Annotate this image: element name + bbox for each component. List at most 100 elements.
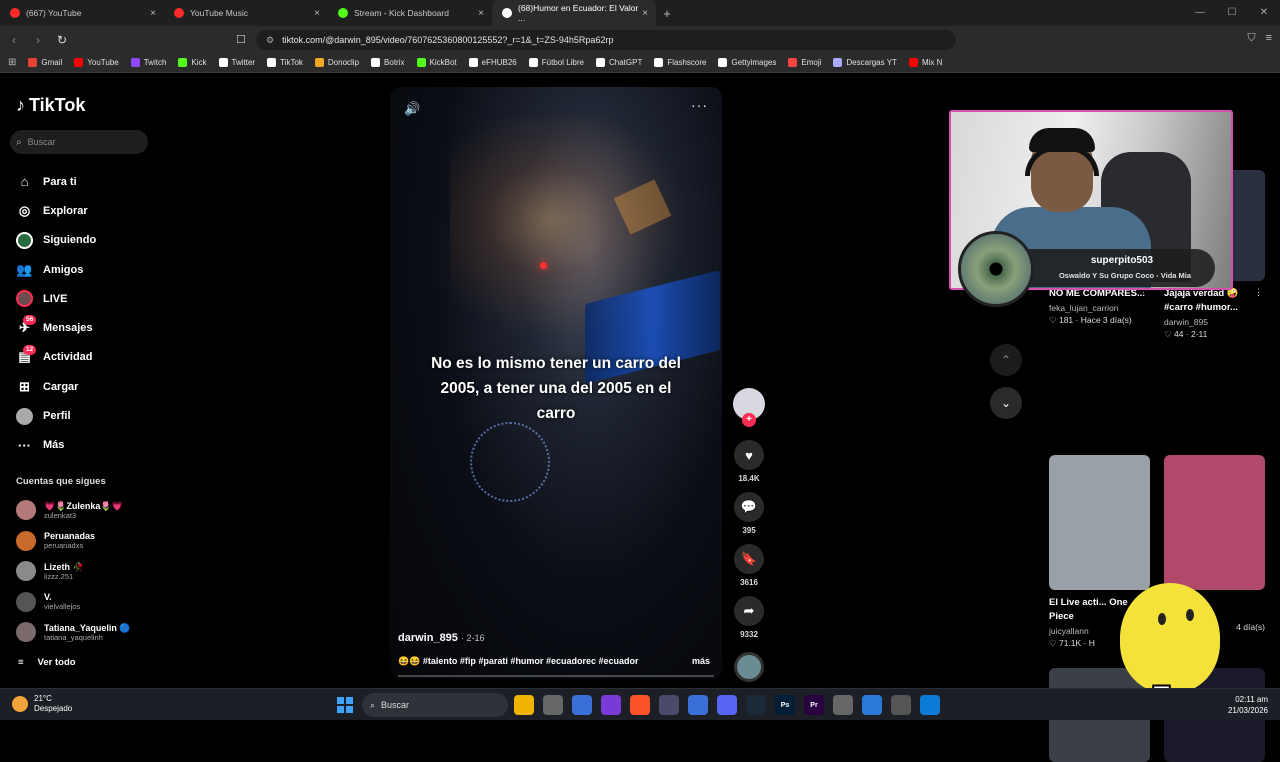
video-thumbnail[interactable] bbox=[1049, 455, 1150, 590]
taskbar-app-icon[interactable] bbox=[920, 695, 940, 715]
taskbar-app-icon[interactable] bbox=[659, 695, 679, 715]
tiktok-logo[interactable]: ♪ TikTok bbox=[16, 95, 85, 116]
previous-video-button[interactable]: ⌃ bbox=[990, 344, 1022, 376]
minimize-icon[interactable]: — bbox=[1184, 0, 1216, 26]
bookmark-item[interactable]: Flashscore bbox=[648, 58, 712, 67]
menu-icon[interactable]: ≡ bbox=[1266, 32, 1272, 45]
sidebar-item-amigos[interactable]: 👥 Amigos bbox=[16, 255, 156, 284]
bookmark-item[interactable]: Twitter bbox=[213, 58, 262, 67]
share-action[interactable]: ➦ 9332 bbox=[734, 596, 764, 639]
bookmark-item[interactable]: Gmail bbox=[22, 58, 68, 67]
bookmark-item[interactable]: Mix N bbox=[903, 58, 948, 67]
video-author[interactable]: darwin_895 · 2-16 bbox=[398, 632, 485, 644]
sidebar-item-siguiendo[interactable]: Siguiendo bbox=[16, 226, 156, 255]
taskbar-app-icon[interactable] bbox=[891, 695, 911, 715]
following-account[interactable]: V. vielvallejos bbox=[16, 587, 156, 618]
search-box[interactable]: ⌕ bbox=[10, 130, 148, 154]
url-text[interactable]: tiktok.com/@darwin_895/video/76076253608… bbox=[282, 35, 613, 45]
apps-grid-icon[interactable]: ⊞ bbox=[8, 57, 16, 68]
video-card-author[interactable]: darwin_895 bbox=[1164, 317, 1265, 327]
taskbar-app-icon[interactable] bbox=[601, 695, 621, 715]
next-video-button[interactable]: ⌄ bbox=[990, 387, 1022, 419]
creator-avatar[interactable]: + bbox=[733, 388, 765, 427]
bookmark-item[interactable]: eFHUB26 bbox=[463, 58, 523, 67]
taskbar-app-icon[interactable]: Ps bbox=[775, 695, 795, 715]
tab-close-icon[interactable]: × bbox=[150, 8, 156, 19]
system-clock[interactable]: 02:11 am 21/03/2026 bbox=[1228, 694, 1268, 716]
sidebar-item-mensajes[interactable]: ✈ 56 Mensajes bbox=[16, 313, 156, 342]
sidebar-item-perfil[interactable]: Perfil bbox=[16, 401, 156, 430]
back-icon[interactable]: ‹ bbox=[4, 33, 24, 47]
heart-icon[interactable]: ♥ bbox=[734, 440, 764, 470]
sidebar-item-cargar[interactable]: ⊞ Cargar bbox=[16, 372, 156, 401]
video-thumbnail[interactable] bbox=[1164, 455, 1265, 590]
bookmark-item[interactable]: Emoji bbox=[782, 58, 827, 67]
tab-close-icon[interactable]: × bbox=[478, 8, 484, 19]
taskbar-app-icon[interactable] bbox=[543, 695, 563, 715]
bookmark-item[interactable]: ChatGPT bbox=[590, 58, 648, 67]
taskbar-app-icon[interactable] bbox=[572, 695, 592, 715]
see-all-link[interactable]: ≡ Ver todo bbox=[18, 657, 76, 668]
video-options-icon[interactable]: ··· bbox=[691, 97, 708, 113]
video-card-title[interactable]: Jajaja verdad 🤪 #carro #humor... bbox=[1164, 287, 1265, 315]
shield-icon[interactable]: ⛉ bbox=[1247, 32, 1255, 45]
reload-icon[interactable]: ↻ bbox=[52, 33, 72, 47]
sidebar-item-más[interactable]: ··· Más bbox=[16, 431, 156, 460]
new-tab-icon[interactable]: + bbox=[656, 6, 678, 21]
bookmark-item[interactable]: Gettyimages bbox=[712, 58, 782, 67]
taskbar-app-icon[interactable] bbox=[630, 695, 650, 715]
bookmark-item[interactable]: Descargas YT bbox=[827, 58, 903, 67]
taskbar-app-icon[interactable] bbox=[514, 695, 534, 715]
tab-close-icon[interactable]: × bbox=[314, 8, 320, 19]
following-account[interactable]: Lizeth 🥀 lizzz.251 bbox=[16, 556, 156, 587]
weather-widget[interactable]: 21°C Despejado bbox=[12, 694, 72, 714]
video-more-link[interactable]: más bbox=[692, 656, 710, 666]
search-input[interactable] bbox=[27, 137, 138, 147]
video-hashtags[interactable]: 😆😆 #talento #fip #parati #humor #ecuador… bbox=[398, 656, 638, 667]
share-icon[interactable]: ➦ bbox=[734, 596, 764, 626]
music-disc-icon[interactable] bbox=[734, 652, 764, 682]
sidebar-item-actividad[interactable]: ▤ 12 Actividad bbox=[16, 343, 156, 372]
following-account[interactable]: 💗🌷Zulenka🌷💗 zulenkat3 bbox=[16, 495, 156, 526]
bookmark-item[interactable]: KickBot bbox=[411, 58, 463, 67]
browser-tab[interactable]: (667) YouTube × bbox=[0, 0, 164, 26]
bookmark-item[interactable]: YouTube bbox=[68, 58, 124, 67]
start-button[interactable] bbox=[337, 697, 353, 713]
taskbar-app-icon[interactable] bbox=[746, 695, 766, 715]
forward-icon[interactable]: › bbox=[28, 33, 48, 47]
volume-icon[interactable]: 🔊 bbox=[404, 101, 420, 117]
bookmark-page-icon[interactable]: ☐ bbox=[236, 33, 246, 46]
bookmark-item[interactable]: Donoclip bbox=[309, 58, 365, 67]
bookmark-item[interactable]: Kick bbox=[172, 58, 212, 67]
comment-action[interactable]: 💬 395 bbox=[734, 492, 764, 535]
sidebar-item-live[interactable]: LIVE bbox=[16, 284, 156, 313]
taskbar-app-icon[interactable] bbox=[717, 695, 737, 715]
comment-icon[interactable]: 💬 bbox=[734, 492, 764, 522]
taskbar-app-icon[interactable] bbox=[833, 695, 853, 715]
following-account[interactable]: Tatiana_Yaquelin 🔵 tatiana_yaquelinh bbox=[16, 617, 156, 648]
taskbar-app-icon[interactable] bbox=[688, 695, 708, 715]
following-account[interactable]: Peruanadas peruanadxs bbox=[16, 526, 156, 557]
bookmark-item[interactable]: Fútbol Libre bbox=[523, 58, 590, 67]
bookmark-action[interactable]: 🔖 3616 bbox=[734, 544, 764, 587]
bookmark-item[interactable]: Twitch bbox=[125, 58, 173, 67]
bookmark-icon[interactable]: 🔖 bbox=[734, 544, 764, 574]
site-info-icon[interactable]: ⚙ bbox=[266, 35, 274, 46]
browser-tab[interactable]: Stream - Kick Dashboard × bbox=[328, 0, 492, 26]
sidebar-item-explorar[interactable]: ◎ Explorar bbox=[16, 196, 156, 225]
sidebar-item-parati[interactable]: ⌂ Para ti bbox=[16, 167, 156, 196]
taskbar-app-icon[interactable]: Pr bbox=[804, 695, 824, 715]
maximize-icon[interactable]: ☐ bbox=[1216, 0, 1248, 26]
taskbar-search[interactable]: ⌕ Buscar bbox=[362, 693, 508, 717]
bookmark-item[interactable]: TikTok bbox=[261, 58, 309, 67]
browser-tab[interactable]: (68)Humor en Ecuador: El Valor ... × bbox=[492, 0, 656, 26]
browser-tab[interactable]: YouTube Music × bbox=[164, 0, 328, 26]
taskbar-app-icon[interactable] bbox=[862, 695, 882, 715]
video-author-name[interactable]: darwin_895 bbox=[398, 632, 458, 644]
follow-plus-icon[interactable]: + bbox=[742, 413, 756, 427]
video-progress-bar[interactable] bbox=[398, 675, 714, 677]
bookmark-item[interactable]: Botrix bbox=[365, 58, 410, 67]
video-player[interactable]: 🔊 ··· No es lo mismo tener un carro del … bbox=[390, 87, 722, 679]
card-options-icon[interactable]: ⋮ bbox=[1254, 287, 1263, 298]
heart-action[interactable]: ♥ 18.4K bbox=[734, 440, 764, 483]
